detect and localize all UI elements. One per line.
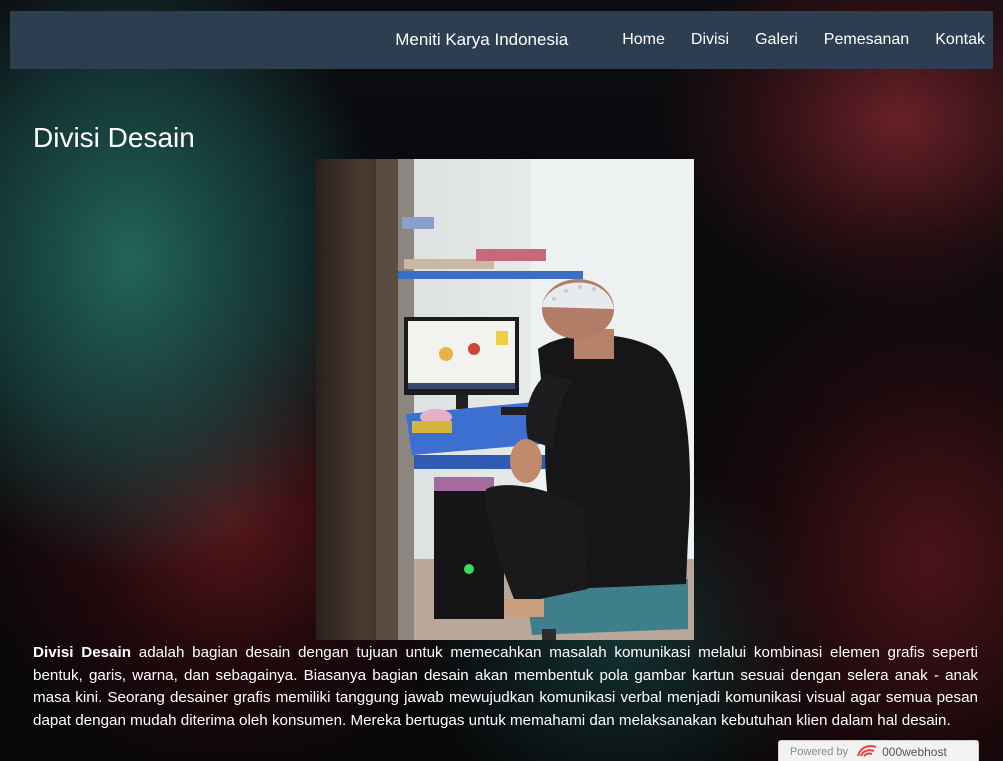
division-description: Divisi Desain adalah bagian desain denga… [33,642,978,732]
nav-kontak[interactable]: Kontak [935,31,985,49]
nav-home[interactable]: Home [622,31,665,49]
brand-link[interactable]: Meniti Karya Indonesia [395,30,568,50]
description-body: adalah bagian desain dengan tujuan untuk… [33,644,978,729]
host-name: 000webhost [882,745,947,759]
nav-galeri[interactable]: Galeri [755,31,798,49]
description-lead: Divisi Desain [33,644,132,661]
powered-by-label: Powered by [790,746,849,758]
powered-by-badge[interactable]: Powered by 000webhost [778,740,979,761]
nav-divisi[interactable]: Divisi [691,31,729,49]
nav-pemesanan[interactable]: Pemesanan [824,31,909,49]
page-title: Divisi Desain [33,122,195,153]
designer-photo [316,159,694,640]
000webhost-logo-icon [856,744,878,761]
top-navbar: Meniti Karya Indonesia Home Divisi Galer… [10,11,993,69]
